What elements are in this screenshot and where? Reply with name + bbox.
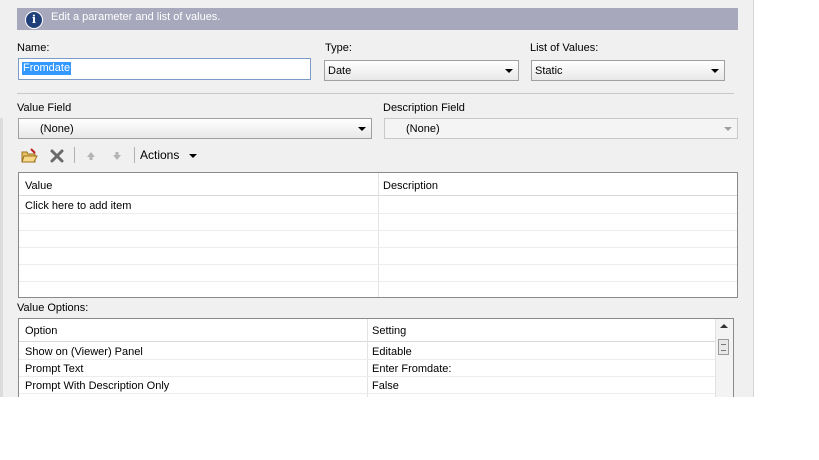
table-row[interactable]: Click here to add item bbox=[19, 196, 737, 213]
column-header-setting[interactable]: Setting bbox=[372, 325, 406, 337]
name-input[interactable]: Fromdate bbox=[18, 58, 311, 80]
scrollbar-thumb[interactable] bbox=[718, 339, 729, 355]
arrow-down-icon bbox=[113, 152, 121, 160]
toolbar-separator bbox=[134, 147, 135, 163]
option-name: Show on (Viewer) Panel bbox=[25, 346, 143, 358]
description-field-select[interactable]: (None) bbox=[384, 118, 738, 139]
table-row[interactable]: Show on (Viewer) Panel Editable bbox=[19, 342, 716, 359]
scroll-up-icon[interactable] bbox=[720, 324, 728, 328]
column-header-option[interactable]: Option bbox=[25, 325, 57, 337]
value-field-select[interactable]: (None) bbox=[18, 118, 372, 139]
description-field-select-value: (None) bbox=[406, 123, 440, 135]
list-of-values-label: List of Values: bbox=[530, 42, 599, 54]
row-line bbox=[19, 247, 737, 248]
option-name: Prompt With Description Only bbox=[25, 380, 170, 392]
description-field-label: Description Field bbox=[383, 102, 465, 114]
column-header-description[interactable]: Description bbox=[383, 180, 438, 192]
chevron-down-icon bbox=[358, 127, 366, 131]
option-setting[interactable]: Enter Fromdate: bbox=[372, 363, 451, 375]
column-header-value[interactable]: Value bbox=[25, 180, 52, 192]
option-name: Prompt Text bbox=[25, 363, 84, 375]
name-label: Name: bbox=[17, 42, 50, 54]
name-input-value: Fromdate bbox=[22, 62, 72, 75]
actions-label: Actions bbox=[140, 148, 180, 162]
value-options-grid: Option Setting Show on (Viewer) Panel Ed… bbox=[18, 318, 734, 397]
value-options-label: Value Options: bbox=[17, 302, 89, 314]
actions-menu-button[interactable]: Actions bbox=[140, 148, 197, 164]
chevron-down-icon bbox=[711, 69, 719, 73]
option-setting[interactable]: Editable bbox=[372, 346, 412, 358]
list-of-values-select-value: Static bbox=[535, 65, 563, 77]
move-down-button[interactable] bbox=[108, 147, 126, 165]
type-select-value: Date bbox=[328, 65, 352, 77]
table-row[interactable]: Prompt With Description Only False bbox=[19, 376, 716, 393]
move-up-button[interactable] bbox=[82, 147, 100, 165]
list-of-values-select[interactable]: Static bbox=[531, 60, 725, 81]
value-field-select-value: (None) bbox=[40, 123, 74, 135]
value-options-scrollbar[interactable] bbox=[715, 319, 733, 397]
chevron-down-icon bbox=[724, 127, 732, 131]
row-line bbox=[19, 281, 737, 282]
column-divider bbox=[378, 173, 379, 297]
add-item-cell[interactable]: Click here to add item bbox=[25, 200, 131, 212]
option-setting[interactable]: False bbox=[372, 380, 399, 392]
left-edge bbox=[0, 118, 3, 397]
values-grid: Value Description Click here to add item bbox=[18, 172, 738, 298]
delete-icon bbox=[50, 149, 64, 163]
arrow-up-icon bbox=[87, 152, 95, 160]
row-line bbox=[19, 213, 737, 214]
open-folder-button[interactable] bbox=[20, 147, 38, 165]
divider bbox=[17, 93, 734, 94]
type-select[interactable]: Date bbox=[324, 60, 519, 81]
value-field-label: Value Field bbox=[17, 102, 72, 114]
info-bar: i Edit a parameter and list of values. bbox=[17, 8, 738, 30]
chevron-down-icon bbox=[505, 69, 513, 73]
type-label: Type: bbox=[325, 42, 352, 54]
row-line bbox=[19, 230, 737, 231]
chevron-down-icon bbox=[188, 153, 197, 158]
open-folder-icon bbox=[21, 148, 38, 163]
info-text: Edit a parameter and list of values. bbox=[51, 11, 221, 23]
delete-button[interactable] bbox=[48, 147, 66, 165]
toolbar-separator bbox=[74, 147, 75, 163]
parameter-dialog: i Edit a parameter and list of values. N… bbox=[0, 0, 754, 397]
row-line bbox=[19, 264, 737, 265]
info-icon: i bbox=[25, 11, 43, 29]
table-row[interactable]: Prompt Text Enter Fromdate: bbox=[19, 359, 716, 376]
row-line bbox=[19, 393, 716, 394]
